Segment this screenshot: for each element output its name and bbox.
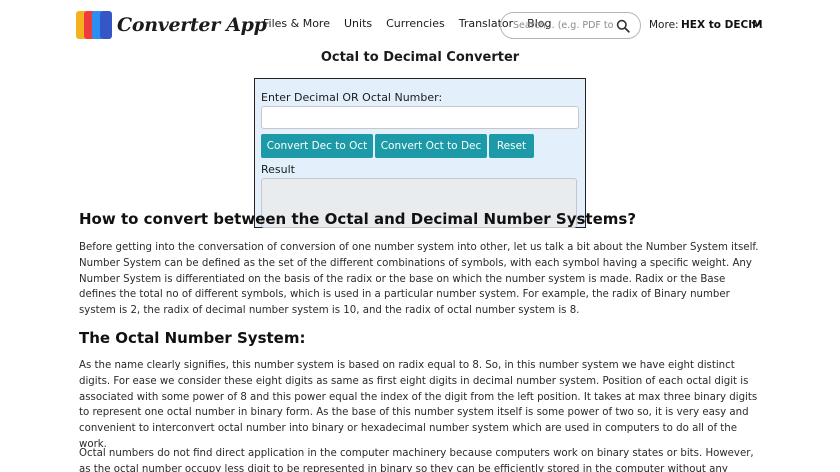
nav-item-currencies[interactable]: Currencies — [386, 17, 445, 30]
result-label: Result — [261, 163, 295, 176]
search-input[interactable] — [513, 20, 616, 31]
convert-oct-to-dec-button[interactable]: Convert Oct to Dec — [375, 134, 487, 158]
search-box — [500, 12, 641, 39]
more-label: More: — [649, 19, 679, 31]
heading-how-to-convert: How to convert between the Octal and Dec… — [79, 210, 637, 228]
site-header: Converter App Files & More Units Currenc… — [0, 0, 840, 50]
page-title: Octal to Decimal Converter — [320, 50, 520, 65]
heading-octal-number-system: The Octal Number System: — [79, 329, 306, 347]
converter-panel: Enter Decimal OR Octal Number: Convert D… — [254, 78, 586, 228]
chevron-down-icon[interactable] — [751, 20, 762, 29]
number-input-label: Enter Decimal OR Octal Number: — [261, 91, 443, 104]
search-icon[interactable] — [616, 19, 630, 33]
paragraph-octal-system: As the name clearly signifies, this numb… — [79, 360, 758, 450]
reset-button[interactable]: Reset — [489, 134, 534, 158]
logo-text: Converter App — [117, 14, 267, 36]
convert-dec-to-oct-button[interactable]: Convert Dec to Oct — [261, 134, 373, 158]
nav-item-files[interactable]: Files & More — [263, 17, 330, 30]
paragraph-octal-application: Octal numbers do not find direct applica… — [79, 448, 754, 472]
site-logo[interactable]: Converter App — [76, 11, 267, 39]
logo-mark-icon — [76, 11, 112, 39]
nav-item-units[interactable]: Units — [344, 17, 372, 30]
number-input[interactable] — [261, 106, 579, 129]
paragraph-number-system: Before getting into the conversation of … — [79, 242, 759, 317]
